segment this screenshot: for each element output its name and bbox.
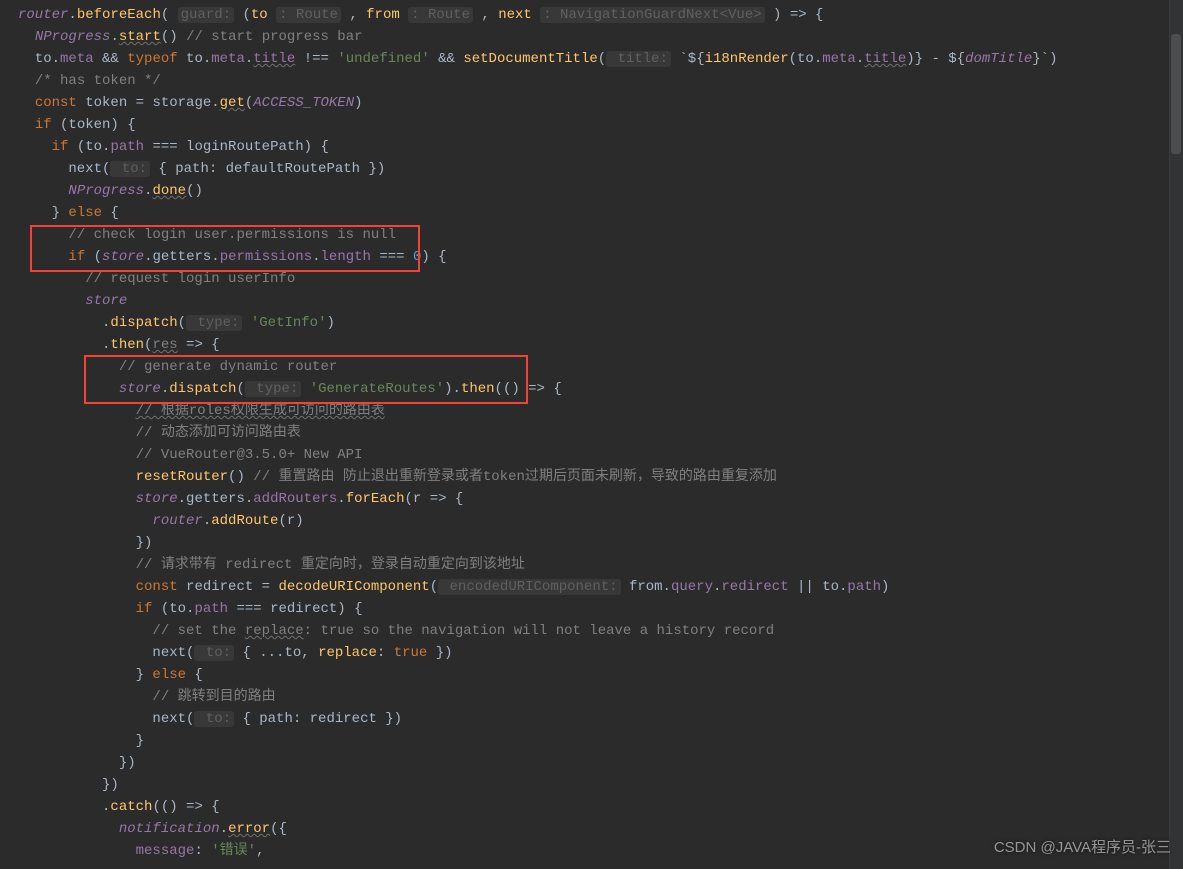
code-line: // VueRouter@3.5.0+ New API (0, 444, 1183, 466)
code-line: .catch(() => { (0, 796, 1183, 818)
code-line: resetRouter() // 重置路由 防止退出重新登录或者token过期后… (0, 466, 1183, 488)
code-line: router.beforeEach( guard: (to : Route , … (0, 4, 1183, 26)
code-line: // 根据roles权限生成可访问的路由表 (0, 400, 1183, 422)
code-line: } else { (0, 202, 1183, 224)
code-line: next( to: { path: defaultRoutePath }) (0, 158, 1183, 180)
code-line: to.meta && typeof to.meta.title !== 'und… (0, 48, 1183, 70)
code-line: if (token) { (0, 114, 1183, 136)
code-line: // request login userInfo (0, 268, 1183, 290)
watermark-text: CSDN @JAVA程序员-张三 (994, 837, 1171, 859)
code-line: // set the replace: true so the navigati… (0, 620, 1183, 642)
code-line: // 跳转到目的路由 (0, 686, 1183, 708)
code-line: .dispatch( type: 'GetInfo') (0, 312, 1183, 334)
code-line: router.addRoute(r) (0, 510, 1183, 532)
code-editor[interactable]: router.beforeEach( guard: (to : Route , … (0, 0, 1183, 862)
code-line: if (to.path === loginRoutePath) { (0, 136, 1183, 158)
code-line: if (store.getters.permissions.length ===… (0, 246, 1183, 268)
code-line: // generate dynamic router (0, 356, 1183, 378)
code-line: // 请求带有 redirect 重定向时，登录自动重定向到该地址 (0, 554, 1183, 576)
code-line: } else { (0, 664, 1183, 686)
code-line: next( to: { path: redirect }) (0, 708, 1183, 730)
code-line: /* has token */ (0, 70, 1183, 92)
code-line: } (0, 730, 1183, 752)
code-line: }) (0, 752, 1183, 774)
code-line: if (to.path === redirect) { (0, 598, 1183, 620)
code-line: const redirect = decodeURIComponent( enc… (0, 576, 1183, 598)
code-line: NProgress.start() // start progress bar (0, 26, 1183, 48)
code-line: }) (0, 532, 1183, 554)
code-line: NProgress.done() (0, 180, 1183, 202)
code-line: store.getters.addRouters.forEach(r => { (0, 488, 1183, 510)
code-line: .then(res => { (0, 334, 1183, 356)
code-line: // 动态添加可访问路由表 (0, 422, 1183, 444)
code-line: }) (0, 774, 1183, 796)
code-line: next( to: { ...to, replace: true }) (0, 642, 1183, 664)
code-line: store.dispatch( type: 'GenerateRoutes').… (0, 378, 1183, 400)
code-line: // check login user.permissions is null (0, 224, 1183, 246)
code-line: store (0, 290, 1183, 312)
scrollbar-thumb[interactable] (1171, 34, 1181, 154)
code-line: const token = storage.get(ACCESS_TOKEN) (0, 92, 1183, 114)
